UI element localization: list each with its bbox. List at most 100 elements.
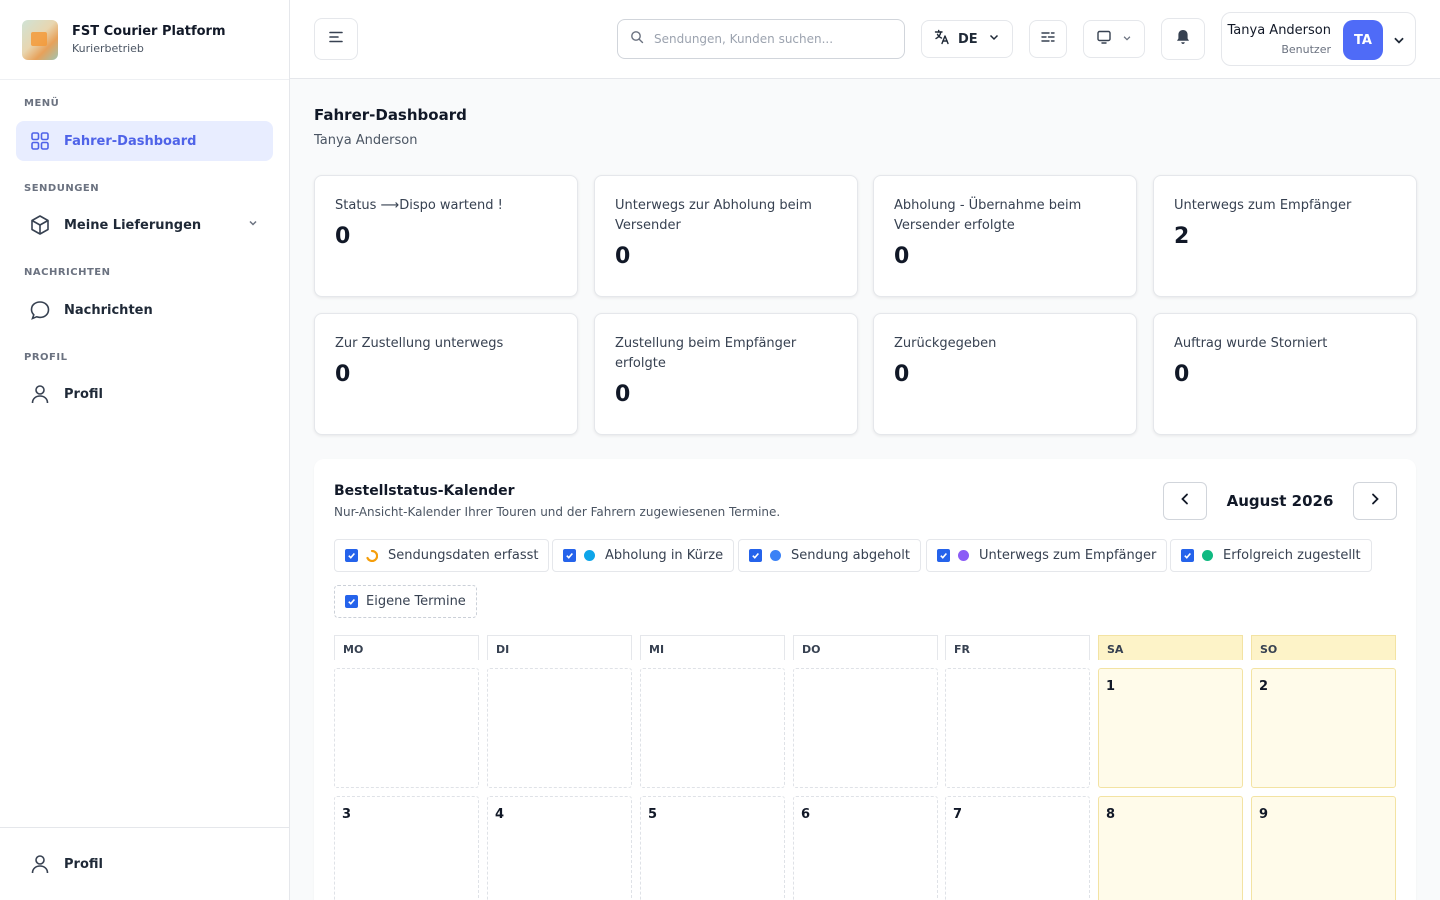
display-mode-selector[interactable] xyxy=(1083,20,1145,58)
legend-unterwegs-empfaenger[interactable]: Unterwegs zum Empfänger xyxy=(926,539,1168,572)
weekday-header: MI xyxy=(640,635,785,660)
search-input[interactable] xyxy=(654,32,874,46)
stat-card-zustellung-erfolgte[interactable]: Zustellung beim Empfänger erfolgte 0 xyxy=(594,313,858,435)
calendar-day-cell[interactable]: 1 xyxy=(1098,668,1243,788)
legend-sendung-abgeholt[interactable]: Sendung abgeholt xyxy=(738,539,921,572)
legend-sendungsdaten-erfasst[interactable]: Sendungsdaten erfasst xyxy=(334,539,550,572)
stat-card-label: Auftrag wurde Storniert xyxy=(1174,336,1328,351)
user-icon xyxy=(28,852,52,876)
monitor-icon xyxy=(1096,29,1112,49)
legend-erfolgreich-zugestellt[interactable]: Erfolgreich zugestellt xyxy=(1170,539,1372,572)
stat-card-label: Zurückgegeben xyxy=(894,336,997,351)
spinner-icon xyxy=(366,549,378,562)
legend-dot xyxy=(770,550,781,561)
sidebar: FST Courier Platform Kurierbetrieb MENÜ … xyxy=(0,0,290,900)
weekday-header: SO xyxy=(1251,635,1396,660)
calendar-day-cell[interactable]: 5 xyxy=(640,796,785,900)
stat-card-label: Zur Zustellung unterwegs xyxy=(335,336,504,351)
sidebar-item-fahrer-dashboard[interactable]: Fahrer-Dashboard xyxy=(16,121,273,161)
brand[interactable]: FST Courier Platform Kurierbetrieb xyxy=(0,0,289,80)
calendar-day-cell[interactable] xyxy=(945,668,1090,788)
user-role: Benutzer xyxy=(1281,43,1331,56)
sidebar-item-meine-lieferungen[interactable]: Meine Lieferungen xyxy=(16,205,273,245)
stat-card-unterwegs-empfaenger[interactable]: Unterwegs zum Empfänger 2 xyxy=(1153,175,1417,297)
calendar-day-cell[interactable]: 3 xyxy=(334,796,479,900)
stat-card-zustellung-unterwegs[interactable]: Zur Zustellung unterwegs 0 xyxy=(314,313,578,435)
checkbox-checked-icon[interactable] xyxy=(345,549,358,562)
calendar-day-cell[interactable] xyxy=(640,668,785,788)
chevron-right-icon xyxy=(1368,492,1382,510)
stat-card-value: 0 xyxy=(1174,362,1190,387)
language-selector[interactable]: DE xyxy=(921,20,1013,58)
checkbox-checked-icon[interactable] xyxy=(937,549,950,562)
section-label-nachrichten: NACHRICHTEN xyxy=(24,267,111,278)
calendar-day-cell[interactable]: 4 xyxy=(487,796,632,900)
legend-dot xyxy=(584,550,595,561)
layout-toggle-button[interactable] xyxy=(1029,20,1067,58)
calendar-day-cell[interactable]: 2 xyxy=(1251,668,1396,788)
weekday-header: FR xyxy=(945,635,1090,660)
list-icon xyxy=(1040,29,1056,49)
sidebar-item-nachrichten[interactable]: Nachrichten xyxy=(16,290,273,330)
legend-abholung-in-kuerze[interactable]: Abholung in Kürze xyxy=(552,539,735,572)
calendar-month: August 2026 xyxy=(1226,492,1334,510)
weekday-header: DI xyxy=(487,635,632,660)
stat-card-label: Unterwegs zur Abholung beim Versender xyxy=(615,198,812,233)
stat-card-unterwegs-abholung[interactable]: Unterwegs zur Abholung beim Versender 0 xyxy=(594,175,858,297)
calendar-title: Bestellstatus-Kalender xyxy=(334,483,515,499)
stat-card-storniert[interactable]: Auftrag wurde Storniert 0 xyxy=(1153,313,1417,435)
calendar-day-cell[interactable]: 6 xyxy=(793,796,938,900)
checkbox-checked-icon[interactable] xyxy=(563,549,576,562)
avatar: TA xyxy=(1343,20,1383,60)
calendar-day-cell[interactable]: 8 xyxy=(1098,796,1243,900)
sidebar-item-profil[interactable]: Profil xyxy=(16,374,273,414)
bell-icon xyxy=(1174,28,1192,50)
calendar-subtitle: Nur-Ansicht-Kalender Ihrer Touren und de… xyxy=(334,505,781,519)
brand-title: FST Courier Platform xyxy=(72,24,226,39)
sidebar-footer-label: Profil xyxy=(64,856,103,872)
chevron-left-icon xyxy=(1178,492,1192,510)
stat-card-zurueckgegeben[interactable]: Zurückgegeben 0 xyxy=(873,313,1137,435)
calendar-day-cell[interactable]: 9 xyxy=(1251,796,1396,900)
sidebar-footer-profil[interactable]: Profil xyxy=(16,844,273,884)
calendar-day-cell[interactable] xyxy=(334,668,479,788)
prev-month-button[interactable] xyxy=(1163,482,1207,520)
section-label-sendungen: SENDUNGEN xyxy=(24,183,100,194)
legend-eigene-termine[interactable]: Eigene Termine xyxy=(334,585,477,618)
section-label-profil: PROFIL xyxy=(24,352,68,363)
search-box[interactable] xyxy=(617,19,905,59)
stat-card-abholung-erfolgte[interactable]: Abholung - Übernahme beim Versender erfo… xyxy=(873,175,1137,297)
sidebar-item-label: Nachrichten xyxy=(64,302,153,318)
stat-card-value: 2 xyxy=(1174,224,1190,249)
chevron-down-icon xyxy=(988,31,1000,47)
legend-label: Unterwegs zum Empfänger xyxy=(979,548,1157,563)
checkbox-checked-icon[interactable] xyxy=(345,595,358,608)
weekday-header: SA xyxy=(1098,635,1243,660)
brand-subtitle: Kurierbetrieb xyxy=(72,42,144,55)
translate-icon xyxy=(934,29,950,49)
menu-toggle-button[interactable] xyxy=(314,18,358,60)
notifications-button[interactable] xyxy=(1161,18,1205,60)
legend-label: Sendung abgeholt xyxy=(791,548,910,563)
next-month-button[interactable] xyxy=(1353,482,1397,520)
stat-card-label: Status ⟶Dispo wartend ! xyxy=(335,198,503,213)
checkbox-checked-icon[interactable] xyxy=(1181,549,1194,562)
user-menu[interactable]: Tanya Anderson Benutzer TA xyxy=(1221,12,1416,66)
calendar-day-cell[interactable] xyxy=(793,668,938,788)
calendar-day-cell[interactable] xyxy=(487,668,632,788)
top-header: DE Tanya Anderson Benutzer TA xyxy=(290,0,1440,79)
legend-label: Eigene Termine xyxy=(366,594,466,609)
stat-card-label: Zustellung beim Empfänger erfolgte xyxy=(615,336,797,371)
stat-card-dispo-wartend[interactable]: Status ⟶Dispo wartend ! 0 xyxy=(314,175,578,297)
calendar-day-cell[interactable]: 7 xyxy=(945,796,1090,900)
stat-card-label: Unterwegs zum Empfänger xyxy=(1174,198,1352,213)
page-title: Fahrer-Dashboard xyxy=(314,106,467,124)
stat-card-value: 0 xyxy=(615,244,631,269)
box-icon xyxy=(28,213,52,237)
chat-icon xyxy=(28,298,52,322)
chevron-down-icon xyxy=(1392,33,1406,51)
checkbox-checked-icon[interactable] xyxy=(749,549,762,562)
weekday-header: MO xyxy=(334,635,479,660)
legend-dot xyxy=(958,550,969,561)
order-status-calendar: Bestellstatus-Kalender Nur-Ansicht-Kalen… xyxy=(314,459,1416,900)
